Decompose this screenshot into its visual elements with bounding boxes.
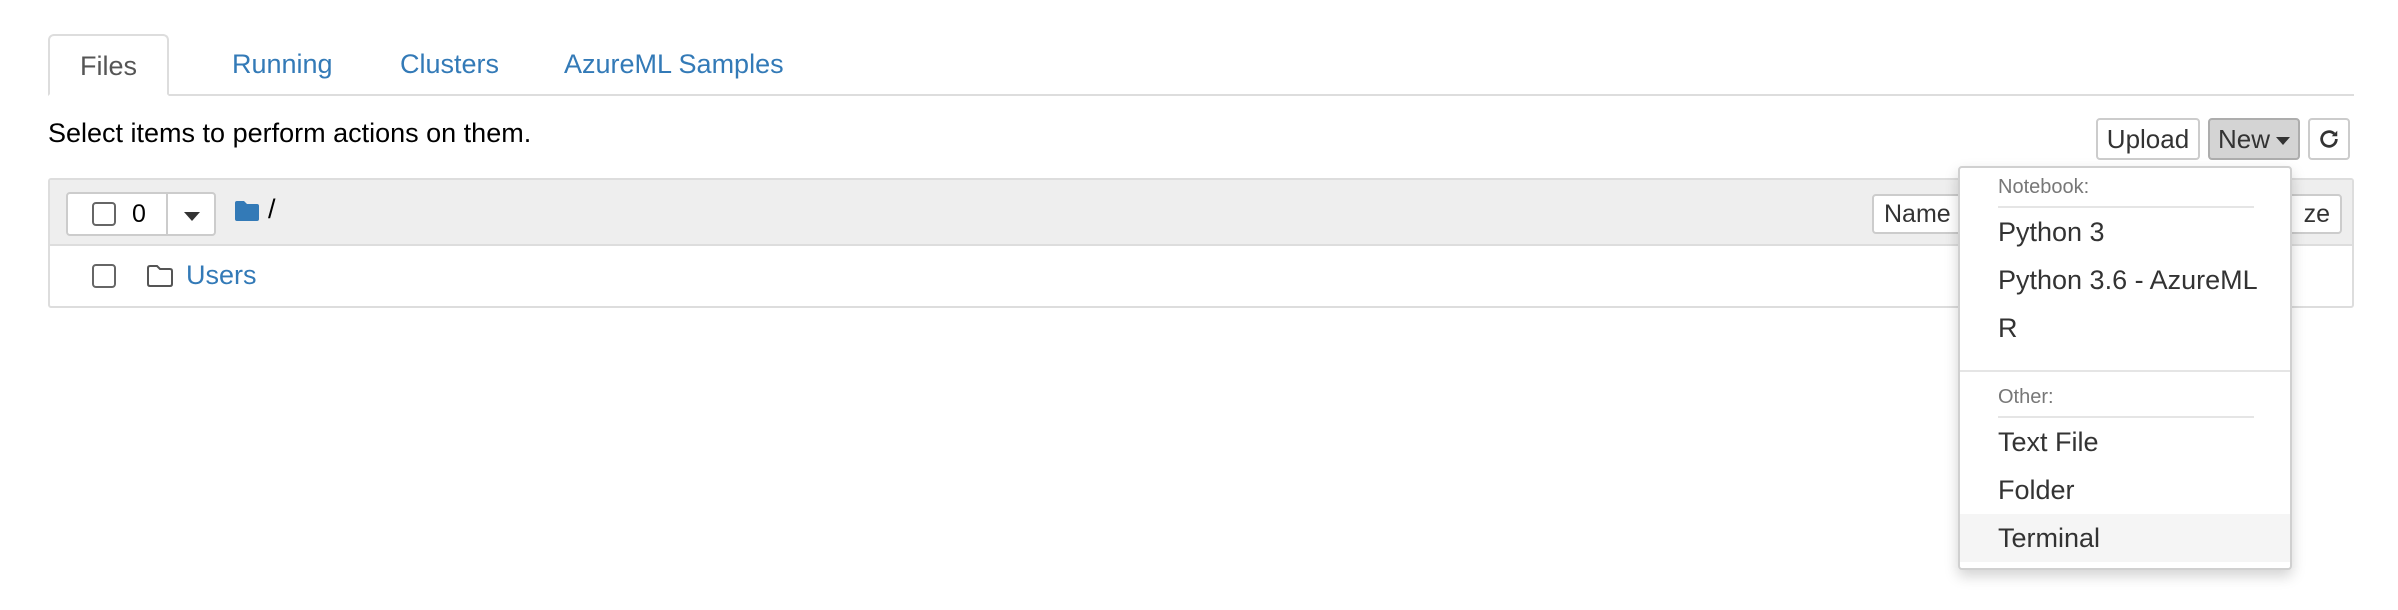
- caret-down-icon: [2276, 137, 2290, 146]
- folder-solid-icon: [235, 201, 259, 221]
- menu-item-python3[interactable]: Python 3: [1960, 208, 2290, 256]
- tab-files[interactable]: Files: [48, 34, 170, 96]
- selected-count: 0: [132, 200, 146, 228]
- breadcrumb-root[interactable]: /: [268, 194, 276, 225]
- select-all-checkbox[interactable]: [92, 202, 116, 226]
- tab-clusters[interactable]: Clusters: [370, 34, 529, 94]
- tab-azureml-samples[interactable]: AzureML Samples: [534, 34, 814, 94]
- item-checkbox[interactable]: [92, 264, 116, 288]
- divider: [166, 194, 168, 234]
- menu-item-text-file[interactable]: Text File: [1960, 418, 2290, 466]
- folder-outline-icon: [147, 265, 173, 287]
- new-button-label: New: [2217, 124, 2270, 154]
- new-button[interactable]: New: [2208, 118, 2300, 160]
- menu-item-terminal[interactable]: Terminal: [1960, 514, 2290, 562]
- menu-item-python36-azureml[interactable]: Python 3.6 - AzureML: [1960, 256, 2290, 304]
- refresh-icon: [2320, 130, 2338, 148]
- new-dropdown-menu: Notebook: Python 3 Python 3.6 - AzureML …: [1958, 166, 2292, 570]
- item-link[interactable]: Users: [186, 260, 257, 291]
- selection-hint: Select items to perform actions on them.: [48, 118, 532, 148]
- menu-header-other: Other:: [1998, 386, 2054, 408]
- jupyter-tree-page: Files Running Clusters AzureML Samples S…: [0, 0, 2398, 610]
- tab-running[interactable]: Running: [202, 34, 363, 94]
- menu-divider: [1960, 370, 2290, 372]
- tab-bar: Files Running Clusters AzureML Samples: [48, 34, 2354, 96]
- menu-item-folder[interactable]: Folder: [1960, 466, 2290, 514]
- refresh-button[interactable]: [2308, 118, 2350, 160]
- select-dropdown-caret-icon[interactable]: [184, 212, 200, 221]
- menu-header-notebook: Notebook:: [1998, 176, 2090, 198]
- menu-item-r[interactable]: R: [1960, 304, 2290, 352]
- select-all-group: 0: [66, 192, 216, 236]
- upload-button[interactable]: Upload: [2096, 118, 2200, 160]
